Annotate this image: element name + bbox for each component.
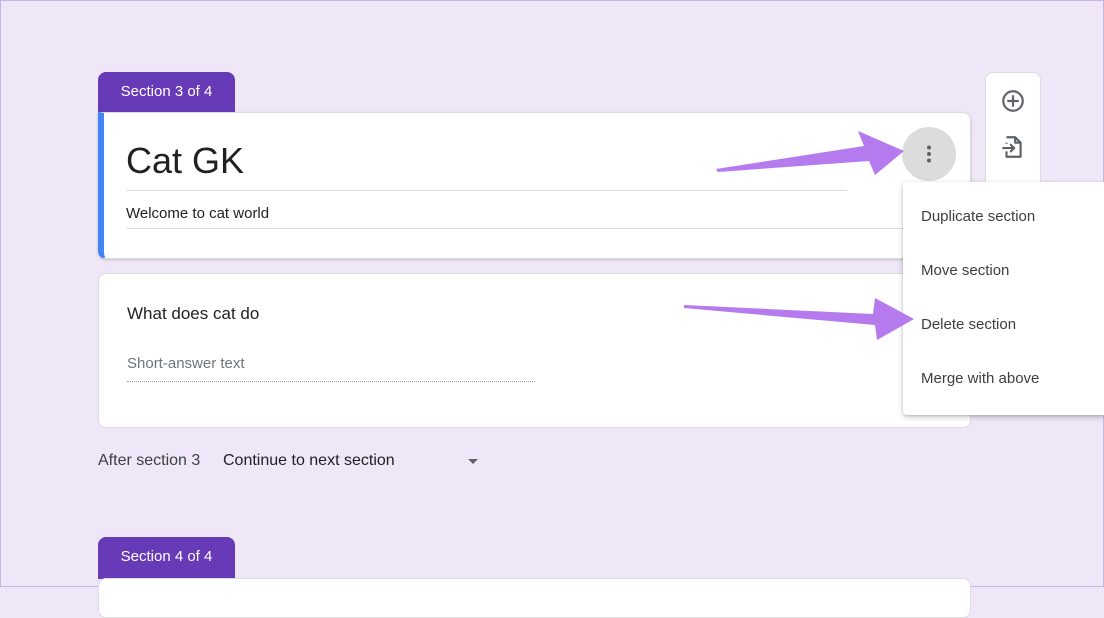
next-section-card[interactable] (98, 578, 971, 618)
section-title-card[interactable]: Cat GK Welcome to cat world (98, 112, 971, 259)
short-answer-placeholder: Short-answer text (127, 355, 245, 372)
more-options-button[interactable] (902, 127, 956, 181)
question-title[interactable]: What does cat do (127, 304, 259, 324)
section-tab-next: Section 4 of 4 (98, 537, 235, 579)
import-questions-icon[interactable] (1000, 134, 1026, 160)
section-options-menu: Duplicate section Move section Delete se… (903, 182, 1104, 415)
short-answer-underline (127, 381, 535, 382)
menu-item-delete-section[interactable]: Delete section (903, 298, 1103, 352)
question-card[interactable]: What does cat do Short-answer text (98, 273, 971, 428)
section-tab-current: Section 3 of 4 (98, 72, 235, 114)
more-vertical-icon (927, 145, 931, 163)
menu-item-merge-with-above[interactable]: Merge with above (903, 352, 1103, 406)
description-underline (126, 228, 903, 229)
after-section-dropdown[interactable]: Continue to next section (223, 452, 395, 470)
floating-toolbar (985, 72, 1041, 197)
menu-item-move-section[interactable]: Move section (903, 244, 1103, 298)
after-section-label: After section 3 (98, 452, 201, 469)
add-question-icon[interactable] (1000, 88, 1026, 114)
title-underline (126, 190, 847, 191)
section-title[interactable]: Cat GK (126, 139, 244, 183)
section-description[interactable]: Welcome to cat world (126, 205, 269, 222)
menu-item-duplicate-section[interactable]: Duplicate section (903, 190, 1103, 244)
dropdown-caret-icon[interactable] (468, 459, 478, 464)
